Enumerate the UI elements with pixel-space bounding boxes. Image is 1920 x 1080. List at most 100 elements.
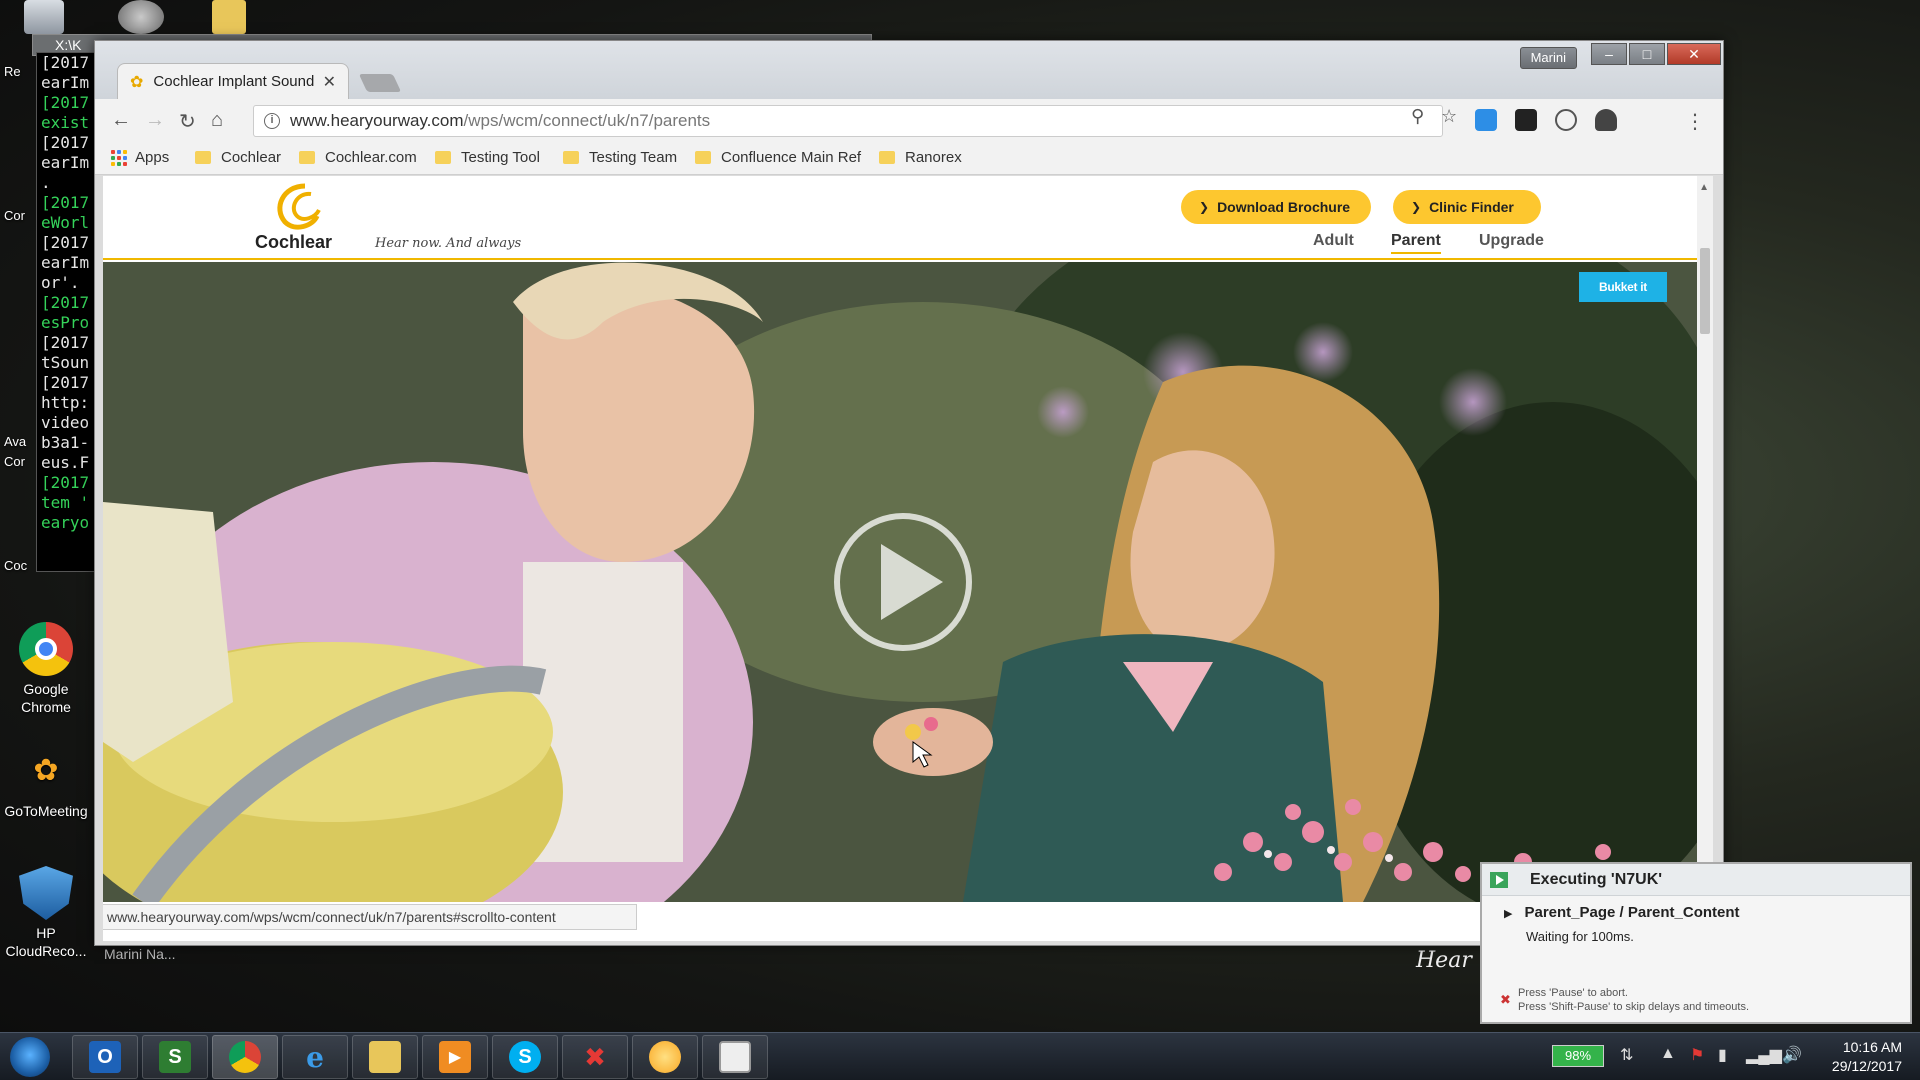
bukket-it-button[interactable]: Bukket it	[1579, 272, 1667, 302]
console-line: [2017	[41, 93, 90, 112]
flag-icon[interactable]: ⚑	[1690, 1045, 1704, 1065]
nav-adult[interactable]: Adult	[1313, 232, 1354, 250]
desktop-label-stub[interactable]: Cor	[4, 208, 25, 223]
folder-icon	[695, 151, 711, 164]
recycle-bin-icon[interactable]	[24, 0, 64, 34]
scroll-up-icon[interactable]: ▲	[1699, 182, 1709, 193]
back-icon[interactable]: ←	[111, 109, 131, 132]
taskbar-media[interactable]: ▶	[422, 1035, 488, 1079]
nav-upgrade[interactable]: Upgrade	[1479, 232, 1544, 250]
extension-shield-icon[interactable]	[1475, 109, 1497, 131]
address-bar[interactable]: i www.hearyourway.com/wps/wcm/connect/uk…	[253, 105, 1443, 137]
close-window-button[interactable]: ✕	[1667, 43, 1721, 65]
bookmark-label: Ranorex	[905, 149, 962, 166]
profile-button[interactable]: Marini	[1519, 47, 1577, 69]
hero-video[interactable]: Bukket it	[103, 262, 1697, 902]
console-line: exist	[41, 113, 90, 132]
extension-incognito-icon[interactable]	[1595, 109, 1617, 131]
tab-close-icon[interactable]: ✕	[323, 72, 336, 92]
bookmark-cochlear-com[interactable]: Cochlear.com	[299, 149, 417, 166]
reload-icon[interactable]: ↻	[179, 109, 196, 134]
console-line: [2017	[41, 133, 90, 152]
forward-icon[interactable]: →	[145, 109, 165, 132]
taskbar-window[interactable]	[702, 1035, 768, 1079]
nav-parent[interactable]: Parent	[1391, 232, 1441, 254]
system-clock[interactable]: 10:16 AM 29/12/2017	[1832, 1038, 1902, 1076]
status-bar: www.hearyourway.com/wps/wcm/connect/uk/n…	[103, 904, 637, 930]
sync-icon[interactable]: ⇅	[1620, 1045, 1633, 1065]
desktop-icon-label: HP CloudReco...	[5, 925, 87, 959]
show-hidden-icons[interactable]: ▲	[1660, 1045, 1676, 1063]
scroll-thumb[interactable]	[1700, 248, 1710, 334]
skype-icon: S	[509, 1041, 541, 1073]
taskbar-skype[interactable]: S	[492, 1035, 558, 1079]
execution-popup: Executing 'N7UK' ▶ Parent_Page / Parent_C…	[1480, 862, 1912, 1024]
chevron-right-icon: ❯	[1199, 200, 1210, 214]
popup-hint-line: Press 'Pause' to abort.	[1518, 987, 1628, 999]
taskbar-outlook[interactable]: O	[72, 1035, 138, 1079]
logo-wordmark[interactable]: Cochlear	[255, 232, 332, 253]
console-line: b3a1-	[41, 433, 90, 452]
start-button[interactable]	[10, 1037, 50, 1077]
folder-icon	[435, 151, 451, 164]
zoom-search-icon[interactable]: ⚲	[1411, 106, 1424, 127]
folder-icon[interactable]	[212, 0, 246, 34]
desktop-label-stub[interactable]: Coc	[4, 558, 27, 573]
bookmark-star-icon[interactable]: ☆	[1441, 106, 1457, 127]
desktop-label-stub[interactable]: Ava	[4, 434, 26, 449]
tab-cochlear[interactable]: ✿ Cochlear Implant Sound ✕	[117, 63, 349, 99]
desktop-icon-label: GoToMeeting	[4, 803, 88, 819]
battery-indicator[interactable]: 98%	[1552, 1045, 1604, 1067]
media-player-icon: ▶	[439, 1041, 471, 1073]
site-info-icon[interactable]: i	[264, 113, 280, 129]
taskbar-explorer[interactable]	[352, 1035, 418, 1079]
taskbar-tools[interactable]: ✖	[562, 1035, 628, 1079]
bookmark-testing-team[interactable]: Testing Team	[563, 149, 677, 166]
outlook-icon: O	[89, 1041, 121, 1073]
s-app-icon: S	[159, 1041, 191, 1073]
minimize-button[interactable]: –	[1591, 43, 1627, 65]
folder-icon	[299, 151, 315, 164]
url-host: www.hearyourway.com	[290, 111, 464, 130]
extension-check-icon[interactable]	[1515, 109, 1537, 131]
google-chrome-desktop-icon[interactable]: Google Chrome	[0, 622, 94, 716]
maximize-button[interactable]: □	[1629, 43, 1665, 65]
clinic-finder-button[interactable]: ❯ Clinic Finder	[1393, 190, 1541, 224]
download-brochure-button[interactable]: ❯ Download Brochure	[1181, 190, 1371, 224]
window-icon	[719, 1041, 751, 1073]
scrollbar[interactable]: ▲	[1697, 176, 1713, 941]
menu-dots-icon[interactable]: ⋮	[1685, 109, 1705, 134]
hp-cloud-recovery-desktop-icon[interactable]: HP CloudReco...	[0, 866, 94, 960]
clock-date: 29/12/2017	[1831, 1058, 1902, 1074]
gotomeeting-desktop-icon[interactable]: ✿ GoToMeeting	[0, 744, 94, 820]
desktop-label-stub[interactable]: Cor	[4, 454, 25, 469]
disk-icon[interactable]	[118, 0, 164, 34]
bookmark-testing-tool[interactable]: Testing Tool	[435, 149, 540, 166]
console-line: [2017	[41, 373, 90, 392]
power-icon[interactable]: ▮	[1718, 1045, 1727, 1065]
taskbar-chrome[interactable]	[212, 1035, 278, 1079]
bookmark-cochlear[interactable]: Cochlear	[195, 149, 281, 166]
paint-palette-icon	[649, 1041, 681, 1073]
console-line: earIm	[41, 253, 90, 272]
popup-hints: Press 'Pause' to abort. Press 'Shift-Pau…	[1518, 986, 1749, 1014]
bookmark-apps[interactable]: Apps	[111, 149, 169, 166]
console-window: [2017 earIm [2017 exist [2017 earIm. [2017 eWor…	[36, 52, 96, 572]
bookmark-ranorex[interactable]: Ranorex	[879, 149, 962, 166]
taskbar-sway[interactable]: S	[142, 1035, 208, 1079]
network-signal-icon[interactable]: ▂▄▆	[1746, 1045, 1782, 1065]
extension-swirl-icon[interactable]	[1555, 109, 1577, 131]
expand-triangle-icon: ▶	[1504, 908, 1513, 920]
desktop-label-stub[interactable]: Re	[4, 64, 21, 79]
volume-icon[interactable]: 🔊	[1782, 1045, 1802, 1065]
taskbar-paint[interactable]	[632, 1035, 698, 1079]
popup-current-item[interactable]: ▶ Parent_Page / Parent_Content	[1504, 904, 1740, 921]
cochlear-logo-icon[interactable]	[265, 182, 325, 232]
new-tab-button[interactable]	[358, 74, 402, 92]
abort-icon: ✖	[1500, 992, 1511, 1007]
bookmark-confluence[interactable]: Confluence Main Ref	[695, 149, 861, 166]
home-icon[interactable]: ⌂	[211, 109, 223, 132]
clock-time: 10:16 AM	[1842, 1039, 1902, 1055]
taskbar-ie[interactable]: e	[282, 1035, 348, 1079]
desktop-icon-label: Google Chrome	[21, 681, 71, 715]
